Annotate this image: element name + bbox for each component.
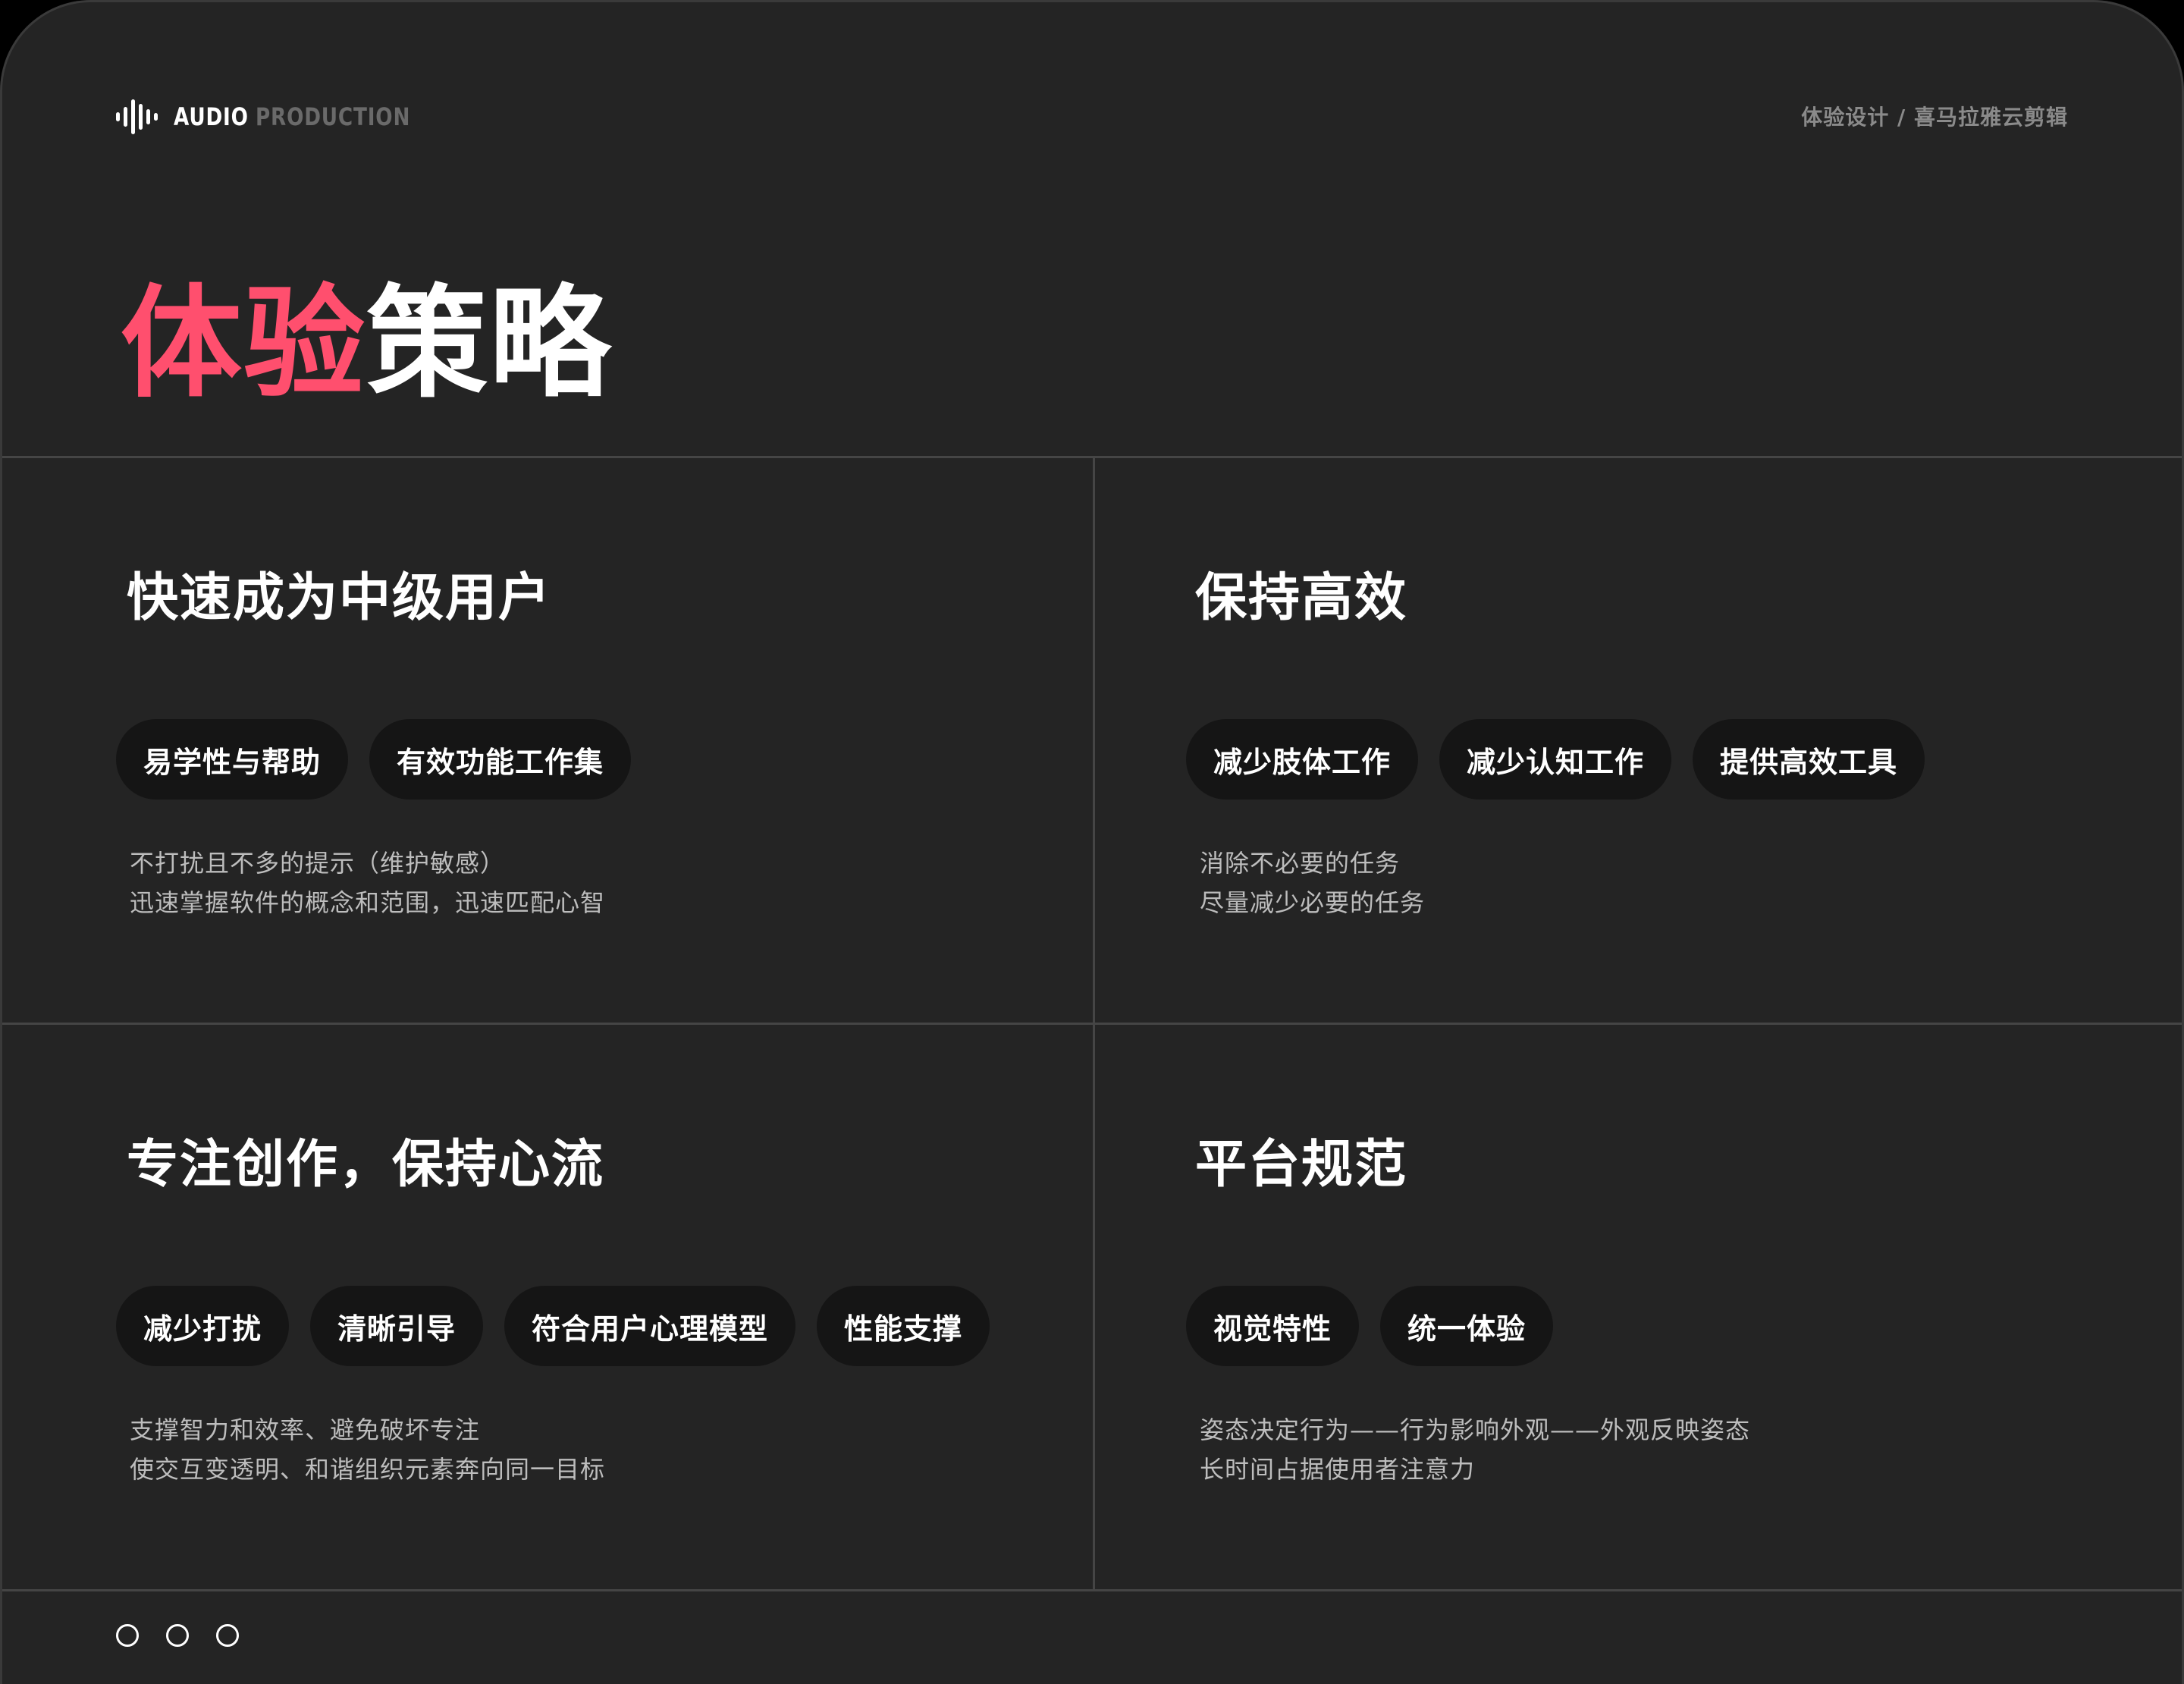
card-title: 保持高效	[1195, 568, 1408, 628]
strategy-card: 保持高效 减少肢体工作 减少认知工作 提供高效工具 消除不必要的任务 尽量减少必…	[1095, 458, 2182, 1024]
description-line: 使交互变透明、和谐组织元素奔向同一目标	[130, 1455, 606, 1484]
page-title-rest: 策略	[366, 272, 613, 414]
card-title: 专注创作，保持心流	[127, 1135, 605, 1195]
slide-frame: AUDIO PRODUCTION 体验设计 / 喜马拉雅云剪辑 体验策略 快速成…	[0, 0, 2184, 1684]
tag-list: 视觉特性 统一体验	[1186, 1286, 1554, 1366]
card-description: 不打扰且不多的提示（维护敏感） 迅速掌握软件的概念和范围，迅速匹配心智	[130, 844, 605, 922]
page-title: 体验策略	[121, 275, 612, 412]
strategy-card: 平台规范 视觉特性 统一体验 姿态决定行为——行为影响外观——外观反映姿态 长时…	[1095, 1025, 2182, 1591]
tag-chip[interactable]: 减少打扰	[116, 1286, 290, 1366]
tag-list: 减少打扰 清晰引导 符合用户心理模型 性能支撑	[116, 1286, 990, 1366]
strategy-card: 快速成为中级用户 易学性与帮助 有效功能工作集 不打扰且不多的提示（维护敏感） …	[2, 458, 1093, 1024]
description-line: 不打扰且不多的提示（维护敏感）	[130, 849, 506, 878]
description-line: 支撑智力和效率、避免破坏专注	[130, 1415, 481, 1444]
sound-wave-icon	[116, 99, 158, 134]
tag-list: 减少肢体工作 减少认知工作 提供高效工具	[1186, 719, 1925, 800]
description-line: 尽量减少必要的任务	[1200, 888, 1426, 917]
tag-chip[interactable]: 性能支撑	[817, 1286, 990, 1366]
card-description: 消除不必要的任务 尽量减少必要的任务	[1200, 844, 1425, 922]
circle-icon[interactable]	[116, 1624, 139, 1647]
pagination-dots	[116, 1624, 239, 1647]
card-description: 支撑智力和效率、避免破坏专注 使交互变透明、和谐组织元素奔向同一目标	[130, 1410, 605, 1489]
circle-icon[interactable]	[216, 1624, 239, 1647]
card-title: 平台规范	[1195, 1135, 1408, 1195]
breadcrumb: 体验设计 / 喜马拉雅云剪辑	[1801, 105, 2068, 130]
tag-list: 易学性与帮助 有效功能工作集	[116, 719, 632, 800]
tag-chip[interactable]: 有效功能工作集	[369, 719, 632, 800]
tag-chip[interactable]: 提供高效工具	[1693, 719, 1925, 800]
tag-chip[interactable]: 易学性与帮助	[116, 719, 349, 800]
tag-chip[interactable]: 清晰引导	[310, 1286, 484, 1366]
strategy-card: 专注创作，保持心流 减少打扰 清晰引导 符合用户心理模型 性能支撑 支撑智力和效…	[2, 1025, 1093, 1591]
brand-secondary-text: PRODUCTION	[256, 102, 411, 131]
card-title: 快速成为中级用户	[127, 568, 552, 628]
description-line: 姿态决定行为——行为影响外观——外观反映姿态	[1200, 1415, 1751, 1444]
description-line: 长时间占据使用者注意力	[1200, 1455, 1476, 1484]
tag-chip[interactable]: 减少肢体工作	[1186, 719, 1419, 800]
brand-primary-text: AUDIO	[174, 102, 249, 131]
tag-chip[interactable]: 统一体验	[1380, 1286, 1554, 1366]
description-line: 迅速掌握软件的概念和范围，迅速匹配心智	[130, 888, 606, 917]
card-description: 姿态决定行为——行为影响外观——外观反映姿态 长时间占据使用者注意力	[1200, 1410, 1750, 1489]
brand-logo: AUDIO PRODUCTION	[116, 99, 444, 134]
tag-chip[interactable]: 视觉特性	[1186, 1286, 1360, 1366]
circle-icon[interactable]	[166, 1624, 189, 1647]
page-title-accent: 体验	[121, 272, 367, 414]
tag-chip[interactable]: 减少认知工作	[1439, 719, 1672, 800]
description-line: 消除不必要的任务	[1200, 849, 1401, 878]
tag-chip[interactable]: 符合用户心理模型	[504, 1286, 796, 1366]
